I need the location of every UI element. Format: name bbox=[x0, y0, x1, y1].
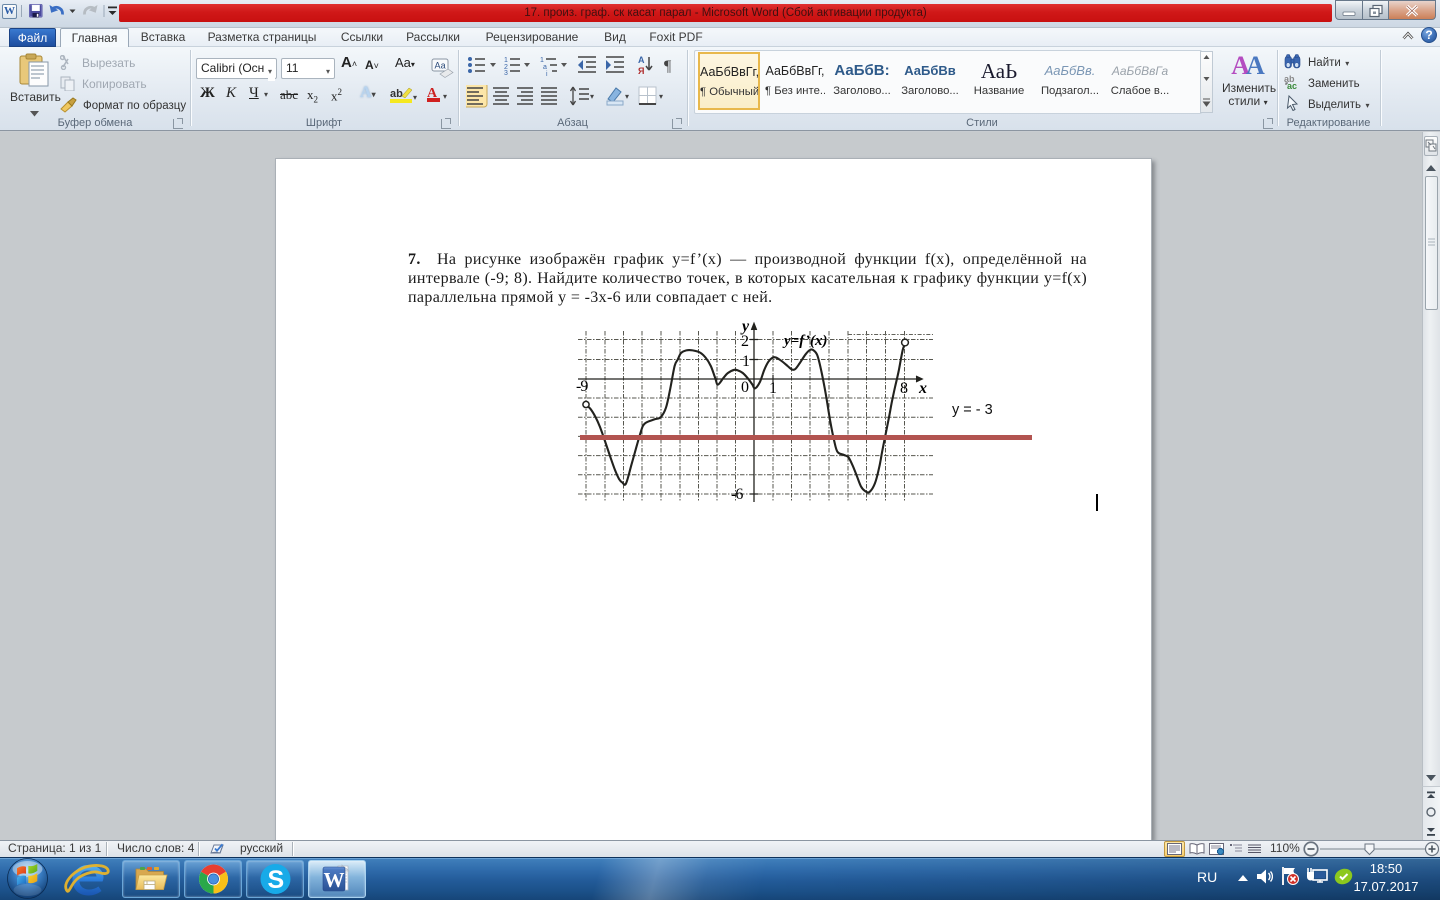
svg-text:1: 1 bbox=[769, 380, 777, 397]
svg-text:W: W bbox=[324, 868, 345, 892]
svg-text:S: S bbox=[268, 866, 285, 894]
svg-text:-9: -9 bbox=[576, 378, 588, 395]
svg-text:x: x bbox=[918, 380, 927, 397]
svg-text:0: 0 bbox=[741, 379, 749, 396]
svg-text:2: 2 bbox=[741, 333, 749, 350]
svg-text:ac: ac bbox=[1287, 81, 1297, 90]
svg-text:1: 1 bbox=[742, 353, 750, 370]
svg-text:-6: -6 bbox=[731, 486, 743, 503]
svg-text:y=f’(x): y=f’(x) bbox=[782, 333, 828, 349]
svg-text:8: 8 bbox=[900, 380, 908, 397]
